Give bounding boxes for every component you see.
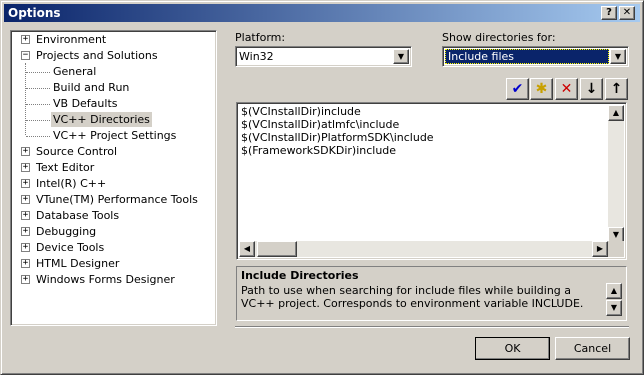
- tree-item[interactable]: VB Defaults: [11, 96, 211, 112]
- tree-connector-line: [26, 88, 50, 89]
- close-button[interactable]: ✕: [619, 6, 635, 20]
- title-bar[interactable]: Options ? ✕: [4, 4, 640, 22]
- tree-connector-line: [26, 120, 50, 121]
- delete-icon[interactable]: ✕: [555, 78, 578, 100]
- tree-item-label: Database Tools: [36, 209, 120, 222]
- tree-item[interactable]: + Source Control: [11, 144, 211, 160]
- tree-item[interactable]: + HTML Designer: [11, 256, 211, 272]
- platform-label: Platform:: [235, 31, 286, 44]
- vertical-scrollbar[interactable]: ▲ ▼: [608, 105, 624, 243]
- show-directories-value: Include files: [445, 49, 609, 64]
- options-tree[interactable]: + Environment − Projects and Solutions Gener…: [10, 30, 217, 326]
- tree-item[interactable]: + Windows Forms Designer: [11, 272, 211, 288]
- help-button[interactable]: ?: [601, 6, 617, 20]
- expand-icon[interactable]: +: [21, 35, 30, 44]
- tree-item[interactable]: VC++ Directories: [11, 112, 211, 128]
- tree-connector-line: [26, 72, 50, 73]
- tree-item-label: HTML Designer: [36, 257, 120, 270]
- scroll-up-icon[interactable]: ▲: [608, 105, 624, 121]
- tree-connector-line: [26, 136, 50, 137]
- platform-select[interactable]: Win32 ▼: [235, 46, 412, 67]
- tree-item-label: Intel(R) C++: [36, 177, 107, 190]
- tree-item-label: Source Control: [36, 145, 118, 158]
- tree-item[interactable]: + Environment: [11, 32, 211, 48]
- expand-icon[interactable]: +: [21, 211, 30, 220]
- expand-icon[interactable]: +: [21, 147, 30, 156]
- tree-connector-line: [26, 104, 50, 105]
- tree-item-label: Build and Run: [53, 81, 130, 94]
- tree-item-label: General: [53, 65, 97, 78]
- show-directories-label: Show directories for:: [442, 31, 556, 44]
- directory-item[interactable]: $(VCInstallDir)include: [241, 105, 361, 118]
- tree-item[interactable]: + Intel(R) C++: [11, 176, 211, 192]
- tree-item[interactable]: + Database Tools: [11, 208, 211, 224]
- tree-item[interactable]: + VTune(TM) Performance Tools: [11, 192, 211, 208]
- platform-value: Win32: [239, 50, 274, 63]
- tree-item[interactable]: + Device Tools: [11, 240, 211, 256]
- tree-item[interactable]: VC++ Project Settings: [11, 128, 211, 144]
- chevron-down-icon[interactable]: ▼: [610, 49, 626, 64]
- expand-icon[interactable]: +: [21, 275, 30, 284]
- description-text: Path to use when searching for include f…: [241, 284, 584, 310]
- show-directories-select[interactable]: Include files ▼: [442, 46, 629, 67]
- tree-item[interactable]: − Projects and Solutions: [11, 48, 211, 64]
- tree-item-label: VTune(TM) Performance Tools: [36, 193, 198, 206]
- tree-item-label: Windows Forms Designer: [36, 273, 175, 286]
- directory-item[interactable]: $(VCInstallDir)PlatformSDK\include: [241, 131, 434, 144]
- expand-icon[interactable]: +: [21, 195, 30, 204]
- expand-icon[interactable]: +: [21, 227, 30, 236]
- directory-item[interactable]: $(VCInstallDir)atlmfc\include: [241, 118, 399, 131]
- tree-item-label: VB Defaults: [53, 97, 118, 110]
- expand-icon[interactable]: +: [21, 179, 30, 188]
- tree-item-label: VC++ Directories: [51, 112, 152, 127]
- horizontal-scrollbar[interactable]: ◀ ▶: [239, 241, 608, 257]
- window-title: Options: [8, 6, 61, 20]
- chevron-down-icon[interactable]: ▼: [393, 49, 409, 64]
- checkmark-icon[interactable]: ✔: [506, 78, 529, 100]
- expand-icon[interactable]: +: [21, 243, 30, 252]
- tree-item[interactable]: + Text Editor: [11, 160, 211, 176]
- horizontal-scroll-thumb[interactable]: [257, 241, 297, 257]
- scroll-up-icon[interactable]: ▲: [606, 283, 622, 299]
- move-down-icon[interactable]: ↓: [580, 78, 603, 100]
- scroll-right-icon[interactable]: ▶: [592, 241, 608, 257]
- ok-button[interactable]: OK: [475, 337, 550, 360]
- tree-item[interactable]: Build and Run: [11, 80, 211, 96]
- move-up-icon[interactable]: ↑: [605, 78, 628, 100]
- separator: [235, 326, 629, 328]
- tree-item[interactable]: + Debugging: [11, 224, 211, 240]
- options-dialog: Options ? ✕ + Environment − Projects and So…: [0, 0, 644, 375]
- directories-list[interactable]: $(VCInstallDir)include $(VCInstallDir)at…: [236, 102, 627, 260]
- new-line-icon[interactable]: ✱: [530, 78, 553, 100]
- expand-icon[interactable]: +: [21, 163, 30, 172]
- tree-item-label: Debugging: [36, 225, 97, 238]
- tree-item-label: Environment: [36, 33, 107, 46]
- cancel-button[interactable]: Cancel: [555, 337, 630, 360]
- description-title: Include Directories: [241, 269, 359, 282]
- description-scrollbar[interactable]: ▲ ▼: [606, 283, 622, 317]
- scroll-left-icon[interactable]: ◀: [239, 241, 255, 257]
- scrollbar-corner: [608, 241, 624, 257]
- tree-item[interactable]: General: [11, 64, 211, 80]
- tree-item-label: VC++ Project Settings: [53, 129, 177, 142]
- collapse-icon[interactable]: −: [21, 51, 30, 60]
- directory-item[interactable]: $(FrameworkSDKDir)include: [241, 144, 396, 157]
- scroll-down-icon[interactable]: ▼: [606, 300, 622, 316]
- tree-item-label: Device Tools: [36, 241, 105, 254]
- tree-item-label: Projects and Solutions: [36, 49, 158, 62]
- expand-icon[interactable]: +: [21, 259, 30, 268]
- tree-item-label: Text Editor: [36, 161, 95, 174]
- description-panel: Include Directories Path to use when sea…: [236, 266, 627, 321]
